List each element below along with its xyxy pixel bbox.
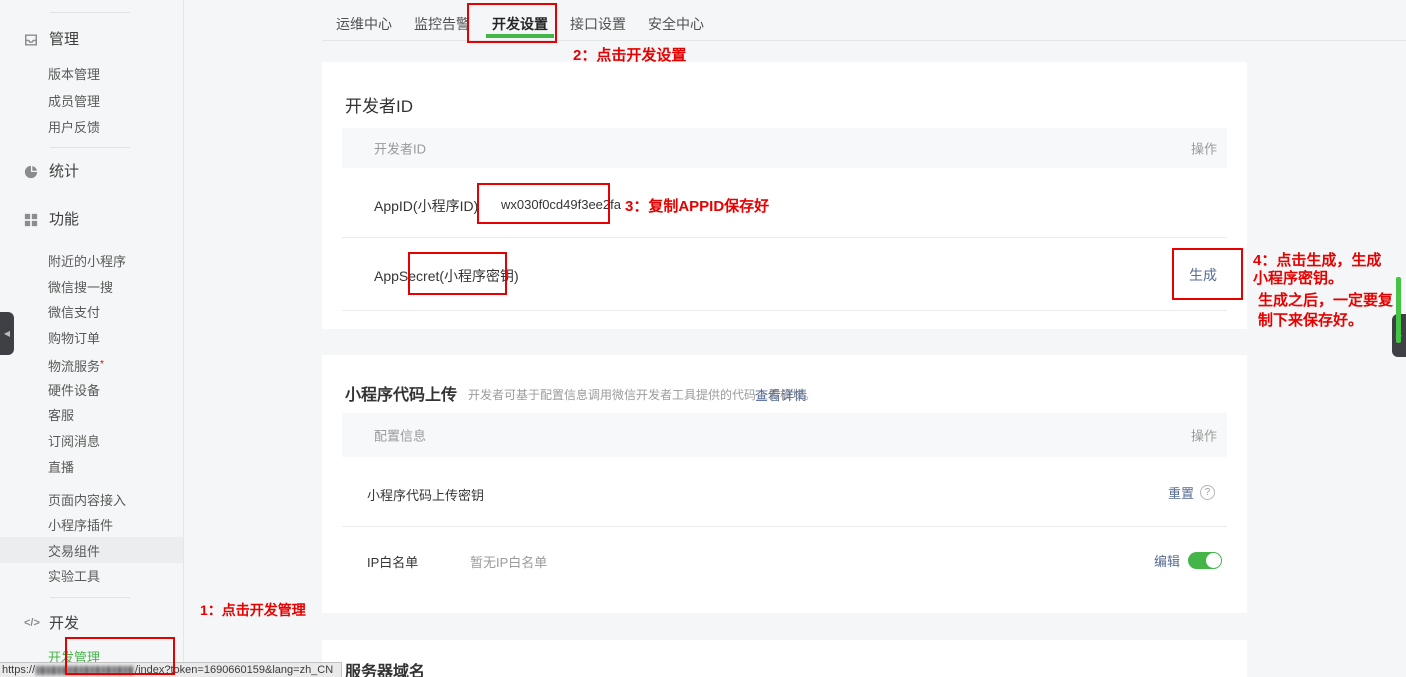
sidebar-item-orders[interactable]: 购物订单 [48, 330, 100, 348]
sidebar-item-live[interactable]: 直播 [48, 459, 74, 477]
column-name: 配置信息 [374, 426, 426, 445]
tab-ops-center[interactable]: 运维中心 [336, 15, 392, 33]
edit-button[interactable]: 编辑 [1154, 551, 1180, 570]
grid-icon [24, 213, 38, 227]
green-marker-bar [1396, 277, 1401, 343]
card-title: 服务器域名 [345, 658, 425, 677]
column-name: 开发者ID [374, 139, 426, 158]
annotation-step3: 3：复制APPID保存好 [625, 195, 769, 216]
annotation-step4-b: 生成之后，一定要复 制下来保存好。 [1258, 291, 1393, 331]
sidebar-divider [183, 0, 184, 677]
sidebar-item-lab-tools[interactable]: 实验工具 [48, 568, 100, 586]
question-icon[interactable]: ? [1200, 485, 1215, 500]
sidebar-item-search[interactable]: 微信搜一搜 [48, 279, 113, 297]
appsecret-actions: 生成 [1189, 265, 1217, 285]
appid-value: wx030f0cd49f3ee2fa [501, 197, 621, 212]
sidebar-section-divider [50, 147, 130, 148]
ip-whitelist-actions: 编辑 [1154, 551, 1222, 570]
sidebar-item-logistics[interactable]: 物流服务* [48, 356, 104, 374]
status-url-suffix: /index?token=1690660159&lang=zh_CN [135, 664, 333, 676]
status-url-blurred [36, 666, 134, 675]
sidebar-item-feedback[interactable]: 用户反馈 [48, 119, 100, 137]
tab-bar-divider [322, 40, 1406, 41]
sidebar-item-pay[interactable]: 微信支付 [48, 304, 100, 322]
column-action: 操作 [1191, 139, 1217, 158]
active-tab-underline [486, 34, 554, 38]
wechat-mp-console: 管理 版本管理 成员管理 用户反馈 统计 功能 附近的小程序 微信搜一搜 微信支… [0, 0, 1406, 677]
column-action: 操作 [1191, 426, 1217, 445]
card-title: 小程序代码上传 [345, 381, 457, 405]
row-divider [342, 526, 1227, 527]
annotation-line: 小程序密钥。 [1253, 270, 1381, 288]
developer-id-card: 开发者ID 开发者ID 操作 AppID(小程序ID) wx030f0cd49f… [322, 62, 1247, 329]
sidebar-item-hardware[interactable]: 硬件设备 [48, 382, 100, 400]
tab-api-settings[interactable]: 接口设置 [570, 15, 626, 33]
annotation-step2: 2：点击开发设置 [573, 44, 686, 65]
appid-label: AppID(小程序ID) [374, 196, 478, 216]
sidebar-item-members[interactable]: 成员管理 [48, 93, 100, 111]
chevron-left-icon: ◀ [4, 329, 10, 338]
row-divider [342, 237, 1227, 238]
annotation-line: 4：点击生成，生成 [1253, 252, 1381, 270]
sidebar-item-page-content[interactable]: 页面内容接入 [48, 492, 126, 510]
annotation-line: 制下来保存好。 [1258, 311, 1393, 331]
sidebar-item-service[interactable]: 客服 [48, 407, 74, 425]
pie-chart-icon [24, 165, 38, 179]
row-divider [342, 310, 1227, 311]
sidebar-group-features[interactable]: 功能 [49, 210, 79, 230]
annotation-line: 生成之后，一定要复 [1258, 291, 1393, 311]
reset-button[interactable]: 重置 [1168, 483, 1194, 502]
ip-whitelist-label: IP白名单 [367, 552, 418, 571]
view-details-link[interactable]: 查看详情 [755, 385, 807, 404]
annotation-step1: 1：点击开发管理 [200, 600, 306, 620]
sidebar-group-develop[interactable]: 开发 [49, 614, 79, 634]
sidebar-item-plugin[interactable]: 小程序插件 [48, 517, 113, 535]
appsecret-label: AppSecret(小程序密钥) [374, 266, 519, 286]
sidebar-item-version[interactable]: 版本管理 [48, 66, 100, 84]
table-header: 配置信息 操作 [342, 413, 1227, 457]
toggle-knob [1206, 553, 1221, 568]
sidebar-section-divider [50, 597, 130, 598]
sidebar-group-stats[interactable]: 统计 [49, 162, 79, 182]
sidebar-item-subscribe-msg[interactable]: 订阅消息 [48, 433, 100, 451]
sidebar-item-label: 物流服务 [48, 359, 100, 374]
sidebar-group-manage[interactable]: 管理 [49, 30, 79, 50]
upload-key-label: 小程序代码上传密钥 [367, 485, 484, 504]
sidebar-item-nearby[interactable]: 附近的小程序 [48, 253, 126, 271]
sidebar-section-divider [50, 12, 130, 13]
tab-security-center[interactable]: 安全中心 [648, 15, 704, 33]
table-header: 开发者ID 操作 [342, 128, 1227, 168]
upload-key-actions: 重置 ? [1168, 483, 1215, 502]
ip-whitelist-toggle[interactable] [1188, 552, 1222, 569]
code-icon: </> [24, 617, 38, 631]
annotation-step4-a: 4：点击生成，生成 小程序密钥。 [1253, 252, 1381, 288]
generate-button[interactable]: 生成 [1189, 265, 1217, 285]
ip-whitelist-value: 暂无IP白名单 [470, 552, 547, 571]
status-url-prefix: https:// [2, 664, 35, 676]
inbox-icon [24, 33, 38, 47]
server-domain-card: 服务器域名 [322, 640, 1247, 677]
card-title: 开发者ID [345, 92, 413, 117]
tab-monitor-alert[interactable]: 监控告警 [414, 15, 470, 33]
collapse-left-tab[interactable]: ◀ [0, 312, 14, 355]
tab-dev-settings[interactable]: 开发设置 [492, 15, 548, 33]
browser-status-bar: https:// /index?token=1690660159&lang=zh… [0, 662, 342, 677]
code-upload-card: 小程序代码上传 开发者可基于配置信息调用微信开发者工具提供的代码上传模块。 查看… [322, 355, 1247, 613]
sidebar-item-trade-component[interactable]: 交易组件 [48, 543, 100, 561]
new-badge: * [100, 359, 104, 370]
